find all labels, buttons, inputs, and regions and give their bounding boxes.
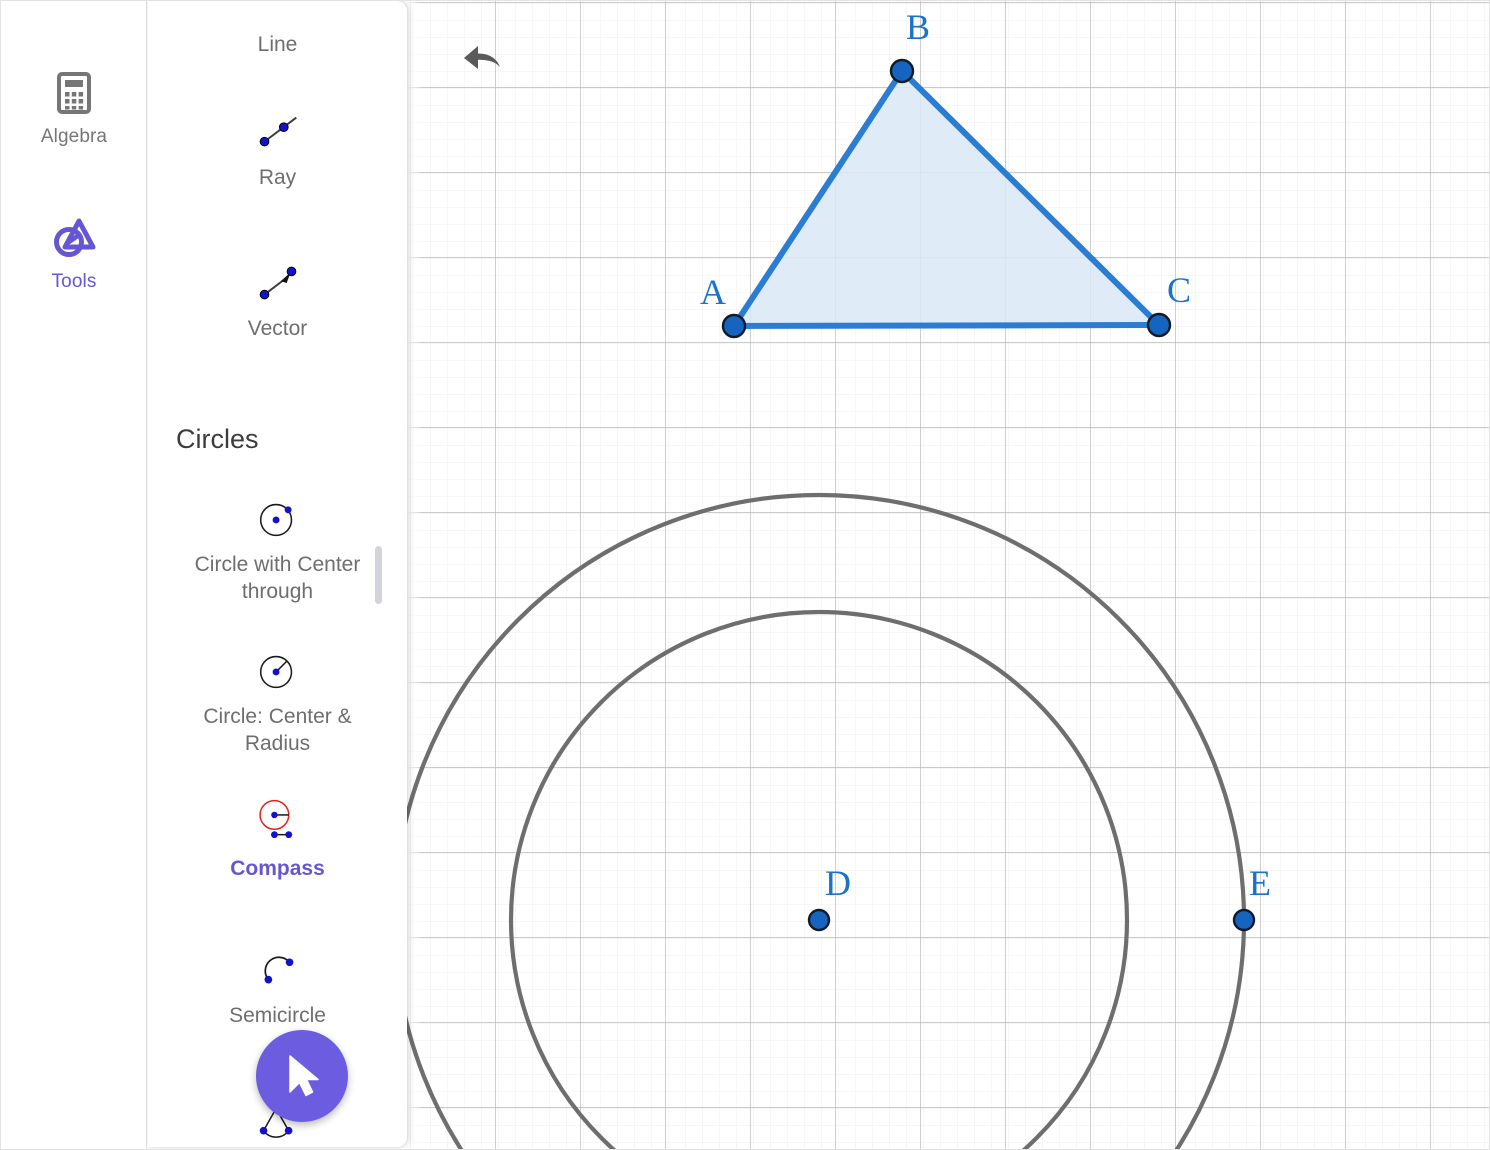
tool-item-compass[interactable]: Compass (148, 797, 407, 882)
graphics-view[interactable]: A B C D E (407, 1, 1489, 1150)
point-C[interactable] (1146, 312, 1172, 338)
nav-rail: Algebra Tools (1, 1, 147, 1149)
vector-tool-icon (252, 257, 304, 309)
tool-label-circle-center-radius: Circle: Center & Radius (203, 705, 352, 755)
geometry-objects-layer (407, 58, 1256, 1150)
compass-tool-icon (252, 797, 304, 849)
nav-item-algebra-label: Algebra (40, 126, 108, 147)
ray-tool-icon (252, 106, 304, 158)
outer-circle[interactable] (407, 493, 1246, 1150)
point-D[interactable] (807, 908, 831, 932)
geogebra-tools-icon (52, 216, 96, 260)
tool-label-ray: Ray (258, 166, 297, 189)
tool-item-circle-center-through[interactable]: Circle with Center through (148, 493, 407, 605)
tool-label-vector: Vector (247, 317, 308, 340)
tool-item-line[interactable]: Line (148, 1, 407, 58)
nav-item-tools[interactable]: Tools (1, 216, 147, 293)
tools-panel: Line Ray Vector Circles Circle with Cent… (148, 1, 407, 1147)
tool-item-vector[interactable]: Vector (148, 257, 407, 342)
geogebra-app: Algebra Tools Line Ray Vector Circles Ci… (0, 0, 1490, 1150)
tools-section-header-circles: Circles (176, 424, 259, 454)
point-B[interactable] (889, 58, 915, 84)
tool-item-ray[interactable]: Ray (148, 106, 407, 191)
inner-circle[interactable] (508, 609, 1130, 1150)
tools-panel-scrollbar-thumb[interactable] (375, 546, 382, 604)
move-tool-fab-button[interactable] (256, 1030, 348, 1122)
tool-label-compass: Compass (230, 857, 325, 880)
nav-item-algebra[interactable]: Algebra (1, 71, 147, 148)
tool-label-circle-center-through: Circle with Center through (194, 553, 361, 603)
tools-panel-scroll-area[interactable]: Line Ray Vector Circles Circle with Cent… (148, 1, 407, 1147)
undo-arrow-icon (464, 46, 500, 69)
tool-item-circle-center-radius[interactable]: Circle: Center & Radius (148, 645, 407, 757)
cursor-arrow-icon (289, 1055, 319, 1097)
semicircle-tool-icon (252, 944, 304, 996)
calculator-icon (52, 71, 96, 115)
line-tool-icon (252, 1, 304, 25)
point-A[interactable] (721, 313, 747, 339)
tool-item-semicircle[interactable]: Semicircle (148, 944, 407, 1029)
nav-item-tools-label: Tools (51, 271, 97, 292)
circle-center-radius-icon (252, 645, 304, 697)
point-E[interactable] (1232, 908, 1256, 932)
tool-label-line: Line (257, 33, 298, 56)
circle-center-through-icon (252, 493, 304, 545)
segment-AC[interactable] (731, 322, 1162, 329)
triangle-polygon-ABC[interactable] (734, 71, 1159, 326)
tool-label-semicircle: Semicircle (229, 1004, 326, 1027)
undo-button[interactable] (451, 29, 509, 87)
